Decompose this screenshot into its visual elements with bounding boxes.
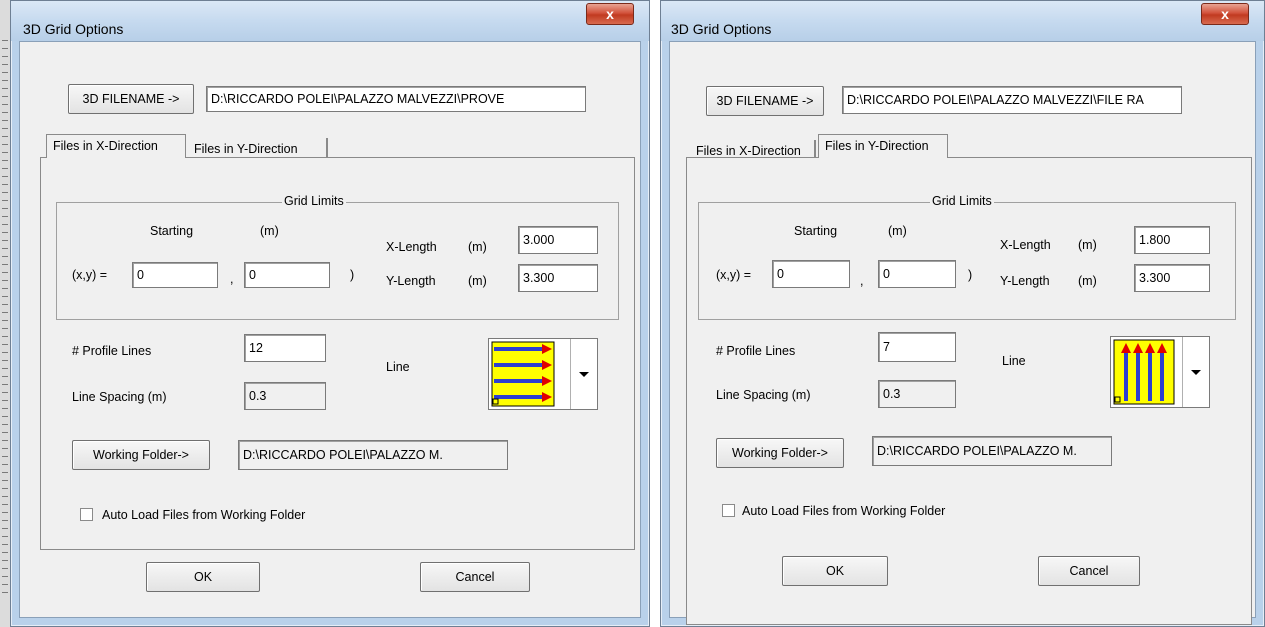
profile-lines-label: # Profile Lines [716,344,796,358]
starting-units-label: (m) [888,224,907,238]
working-folder-button[interactable]: Working Folder-> [72,440,210,470]
auto-load-checkbox[interactable] [80,508,93,521]
ruler-ticks [2,40,8,600]
starting-label: Starting [150,224,194,238]
y-length-label: Y-Length [1000,274,1050,288]
tab-files-y-direction[interactable]: Files in Y-Direction [818,134,948,158]
dialog-client-area: 3D FILENAME -> D:\RICCARDO POLEI\PALAZZO… [19,41,641,618]
filename-field[interactable]: D:\RICCARDO POLEI\PALAZZO MALVEZZI\FILE … [842,86,1182,114]
line-spacing-field: 0.3 [878,380,956,408]
filename-field[interactable]: D:\RICCARDO POLEI\PALAZZO MALVEZZI\PROVE [206,86,586,112]
title-bar[interactable]: 3D Grid Options x [661,1,1264,41]
line-spacing-field: 0.3 [244,382,326,410]
title-bar[interactable]: 3D Grid Options x [11,1,649,41]
y-length-field[interactable]: 3.300 [518,264,598,292]
comma-separator: , [230,272,234,286]
close-button[interactable]: x [586,3,634,25]
grid-options-dialog-left: 3D Grid Options x 3D FILENAME -> D:\RICC… [10,0,650,627]
xy-label: (x,y) = [716,268,752,282]
working-folder-button[interactable]: Working Folder-> [716,438,844,468]
starting-units-label: (m) [260,224,279,238]
start-x-field[interactable]: 0 [132,262,218,288]
line-spacing-label: Line Spacing (m) [716,388,811,402]
chevron-down-icon[interactable] [570,339,597,409]
y-length-unit: (m) [1078,274,1097,288]
profile-lines-field[interactable]: 7 [878,332,956,362]
grid-limits-title: Grid Limits [282,194,346,208]
line-direction-combo[interactable] [488,338,598,410]
dialog-client-area: 3D FILENAME -> D:\RICCARDO POLEI\PALAZZO… [669,41,1256,625]
dialog-title: 3D Grid Options [23,21,124,37]
starting-label: Starting [794,224,838,238]
grid-options-dialog-right: 3D Grid Options x 3D FILENAME -> D:\RICC… [660,0,1265,627]
line-label: Line [386,360,410,374]
x-length-label: X-Length [386,240,437,254]
horizontal-arrows-icon [491,341,555,407]
x-length-unit: (m) [1078,238,1097,252]
y-length-unit: (m) [468,274,487,288]
comma-separator: , [860,274,864,288]
x-length-field[interactable]: 3.000 [518,226,598,254]
line-direction-combo[interactable] [1110,336,1210,408]
close-paren: ) [350,268,355,282]
vertical-arrows-icon [1113,339,1175,405]
x-length-label: X-Length [1000,238,1051,252]
working-folder-field: D:\RICCARDO POLEI\PALAZZO M. [872,436,1112,466]
grid-limits-group [56,202,619,320]
cancel-button[interactable]: Cancel [420,562,530,592]
profile-lines-field[interactable]: 12 [244,334,326,362]
x-length-field[interactable]: 1.800 [1134,226,1210,254]
ok-button[interactable]: OK [146,562,260,592]
chevron-down-icon[interactable] [1182,337,1209,407]
start-y-field[interactable]: 0 [244,262,330,288]
grid-limits-title: Grid Limits [930,194,994,208]
start-y-field[interactable]: 0 [878,260,956,288]
y-length-field[interactable]: 3.300 [1134,264,1210,292]
auto-load-label: Auto Load Files from Working Folder [742,504,946,518]
cancel-button[interactable]: Cancel [1038,556,1140,586]
close-paren: ) [968,268,973,282]
working-folder-field: D:\RICCARDO POLEI\PALAZZO M. [238,440,508,470]
auto-load-label: Auto Load Files from Working Folder [102,508,306,522]
xy-label: (x,y) = [72,268,108,282]
line-spacing-label: Line Spacing (m) [72,390,167,404]
dialog-title: 3D Grid Options [671,21,772,37]
y-length-label: Y-Length [386,274,436,288]
tab-files-x-direction[interactable]: Files in X-Direction [46,134,186,158]
filename-button[interactable]: 3D FILENAME -> [706,86,824,116]
profile-lines-label: # Profile Lines [72,344,152,358]
x-length-unit: (m) [468,240,487,254]
auto-load-checkbox[interactable] [722,504,735,517]
ok-button[interactable]: OK [782,556,888,586]
close-button[interactable]: x [1201,3,1249,25]
line-label: Line [1002,354,1026,368]
filename-button[interactable]: 3D FILENAME -> [68,84,194,114]
start-x-field[interactable]: 0 [772,260,850,288]
